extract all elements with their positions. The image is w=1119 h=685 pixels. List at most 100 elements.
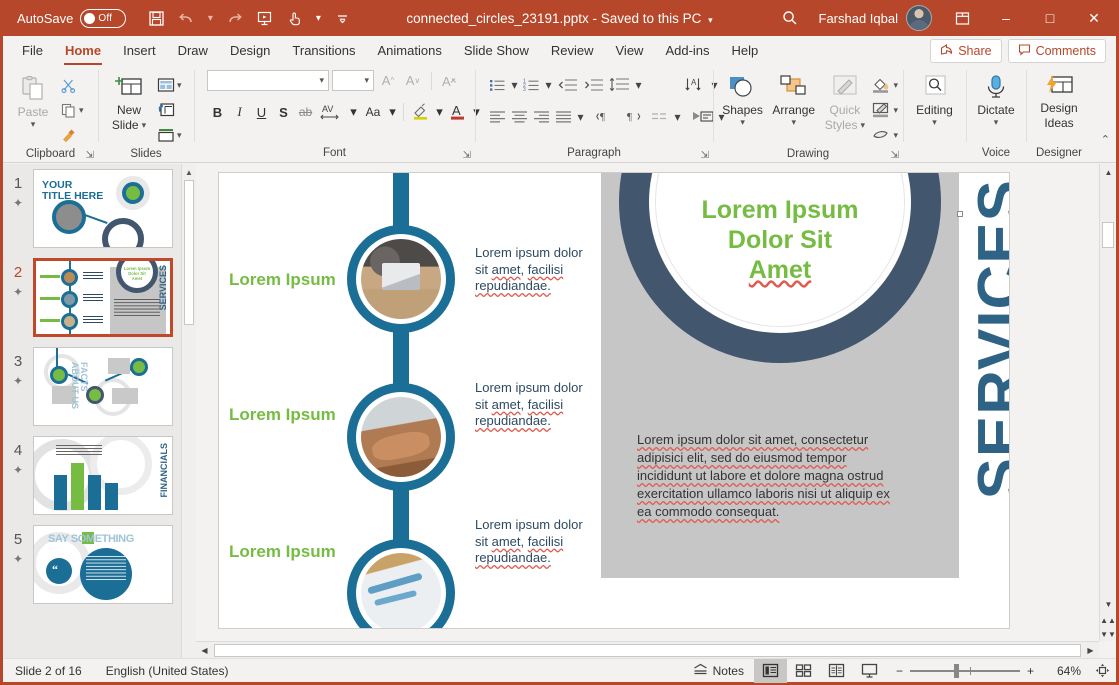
tab-draw[interactable]: Draw	[167, 38, 219, 65]
chevron-down-icon[interactable]: ▾	[177, 80, 182, 91]
row-body-2[interactable]: Lorem ipsum dolor sit amet, facilisi rep…	[475, 380, 585, 430]
tab-home[interactable]: Home	[54, 38, 112, 65]
clear-all-formatting-button[interactable]: A	[439, 70, 461, 91]
chevron-down-icon[interactable]: ▾	[932, 118, 937, 126]
strikethrough-button[interactable]: ab	[295, 101, 316, 123]
bullets-button[interactable]	[487, 74, 508, 95]
editor-vertical-scrollbar[interactable]: ▲ ▼ ▲▲ ▼▼	[1099, 164, 1116, 641]
copy-button[interactable]: ▾	[60, 99, 84, 121]
slide-counter[interactable]: Slide 2 of 16	[3, 664, 94, 678]
clipboard-dialog-launcher-icon[interactable]: ⇲	[86, 150, 94, 161]
dictate-button[interactable]: Dictate ▾	[971, 70, 1021, 126]
shape-effects-button[interactable]: ▾	[871, 124, 898, 146]
thumbnail-image-1[interactable]: YOUR TITLE HERE	[33, 169, 173, 248]
tab-design[interactable]: Design	[219, 38, 281, 65]
chevron-down-icon[interactable]: ▾	[893, 80, 898, 91]
normal-view-button[interactable]	[754, 659, 787, 683]
row-body-3[interactable]: Lorem ipsum dolor sit amet, facilisi rep…	[475, 517, 585, 567]
chevron-down-icon[interactable]: ▾	[142, 121, 147, 129]
chevron-down-icon[interactable]: ▾	[509, 74, 520, 95]
tab-transitions[interactable]: Transitions	[281, 38, 366, 65]
bold-button[interactable]: B	[207, 101, 228, 123]
tab-review[interactable]: Review	[540, 38, 605, 65]
line-spacing-button[interactable]	[607, 74, 632, 95]
account-button[interactable]: Farshad Iqbal	[811, 5, 941, 31]
thumbnail-scrollbar[interactable]: ▲	[181, 164, 196, 658]
collapse-ribbon-icon[interactable]: ⌃	[1101, 133, 1110, 146]
columns-button[interactable]: ¶	[594, 106, 619, 127]
numbering-button[interactable]: 123	[521, 74, 542, 95]
avatar[interactable]	[906, 5, 932, 31]
row-label-1[interactable]: Lorem Ipsum	[229, 270, 336, 290]
chevron-down-icon[interactable]: ▾	[364, 75, 369, 86]
thumbnail-slide-4[interactable]: 4 ✦ FINANCIALS	[3, 436, 196, 515]
text-columns-button[interactable]	[646, 106, 671, 127]
zoom-slider-handle[interactable]	[954, 664, 959, 678]
font-color-button[interactable]: A	[446, 101, 470, 123]
tab-add-ins[interactable]: Add-ins	[654, 38, 720, 65]
italic-button[interactable]: I	[229, 101, 250, 123]
slide-show-button[interactable]	[853, 659, 886, 683]
change-case-button[interactable]: Aa	[360, 101, 386, 123]
chevron-down-icon[interactable]: ▾	[319, 75, 324, 86]
thumbnail-slide-5[interactable]: 5 ✦ SAY SOMETHING “	[3, 525, 196, 604]
scroll-up-icon[interactable]: ▲	[182, 164, 196, 180]
shapes-button[interactable]: Shapes ▾	[718, 70, 767, 126]
circle-photo-2[interactable]	[347, 383, 455, 491]
chevron-down-icon[interactable]: ▾	[672, 106, 683, 127]
quick-styles-button[interactable]: Quick Styles ▾	[820, 70, 869, 132]
chevron-down-icon[interactable]: ▾	[893, 105, 898, 116]
character-spacing-button[interactable]: AV	[317, 101, 347, 123]
reading-view-button[interactable]	[820, 659, 853, 683]
zoom-out-button[interactable]: −	[896, 664, 903, 678]
notes-button[interactable]: Notes	[683, 663, 754, 679]
chevron-down-icon[interactable]: ▾	[31, 120, 36, 128]
search-icon[interactable]	[769, 9, 811, 27]
chevron-down-icon[interactable]: ▾	[434, 101, 445, 123]
thumbnail-scrollbar-thumb[interactable]	[184, 180, 194, 325]
chevron-down-icon[interactable]: ▾	[860, 121, 865, 129]
new-slide-button[interactable]: New Slide ▾	[103, 70, 155, 132]
vertical-scrollbar-thumb[interactable]	[1102, 222, 1114, 248]
scroll-right-icon[interactable]: ▶	[1082, 642, 1099, 659]
align-center-button[interactable]	[509, 106, 530, 127]
touch-mode-dropdown-icon[interactable]: ▾	[310, 5, 326, 31]
cut-button[interactable]	[60, 74, 84, 96]
chevron-down-icon[interactable]: ▾	[893, 130, 898, 141]
scroll-down-icon[interactable]: ▼	[1100, 596, 1117, 613]
start-from-beginning-icon[interactable]	[250, 5, 278, 31]
undo-icon[interactable]	[172, 5, 200, 31]
zoom-control[interactable]: − + 64%	[886, 663, 1116, 678]
customize-quick-access-toolbar-icon[interactable]	[328, 5, 356, 31]
circle-photo-3[interactable]	[347, 539, 455, 629]
tab-insert[interactable]: Insert	[112, 38, 167, 65]
underline-button[interactable]: U	[251, 101, 272, 123]
chevron-down-icon[interactable]: ▾	[740, 118, 745, 126]
font-name-input[interactable]: ▾	[207, 70, 329, 91]
font-dialog-launcher-icon[interactable]: ⇲	[463, 150, 471, 161]
drawing-dialog-launcher-icon[interactable]: ⇲	[891, 150, 899, 161]
rtl-direction-button[interactable]: ¶	[620, 106, 645, 127]
autosave-toggle[interactable]: Off	[80, 9, 126, 28]
increase-font-size-button[interactable]: A^	[377, 70, 399, 91]
thumbnail-slide-2[interactable]: 2 ✦ Lorem IpsumDolor SitAmet	[3, 258, 196, 337]
arrange-button[interactable]: Arrange ▾	[769, 70, 818, 126]
row-body-1[interactable]: Lorem ipsum dolor sit amet, facilisi rep…	[475, 245, 585, 295]
editor-horizontal-scrollbar[interactable]: ◀ ▶	[196, 641, 1099, 658]
thumbnail-image-5[interactable]: SAY SOMETHING “	[33, 525, 173, 604]
align-left-button[interactable]	[487, 106, 508, 127]
thumbnail-image-3[interactable]: FACTS ABOUT US	[33, 347, 173, 426]
thumbnail-image-4[interactable]: FINANCIALS	[33, 436, 173, 515]
zoom-in-button[interactable]: +	[1027, 664, 1034, 678]
share-button[interactable]: Share	[930, 39, 1001, 63]
chevron-down-icon[interactable]: ▾	[575, 106, 586, 127]
decrease-font-size-button[interactable]: A∨	[402, 70, 424, 91]
design-ideas-button[interactable]: Design Ideas	[1031, 70, 1087, 130]
zoom-slider[interactable]	[910, 664, 1020, 678]
row-label-3[interactable]: Lorem Ipsum	[229, 542, 336, 562]
chevron-down-icon[interactable]: ▾	[348, 101, 359, 123]
tab-view[interactable]: View	[605, 38, 655, 65]
next-slide-icon[interactable]: ▼▼	[1100, 627, 1116, 641]
tab-help[interactable]: Help	[721, 38, 770, 65]
format-painter-button[interactable]	[60, 124, 84, 146]
